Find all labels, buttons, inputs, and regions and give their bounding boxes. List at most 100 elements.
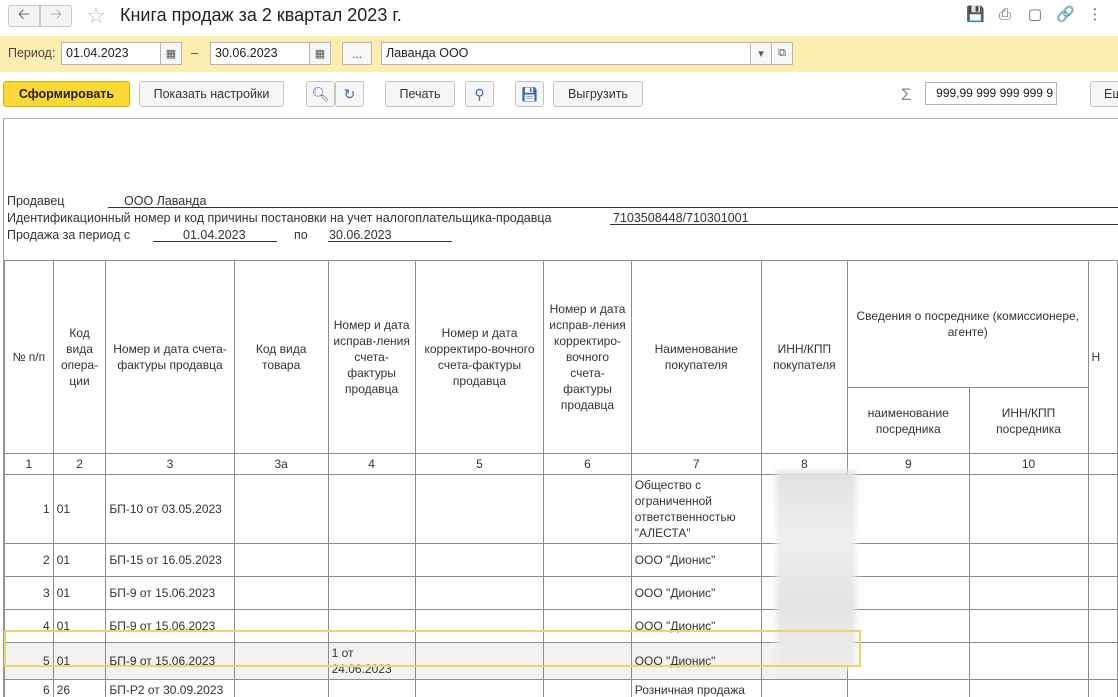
generate-button[interactable]: Сформировать — [3, 81, 130, 107]
buyer-name: ООО "Дионис" — [630, 609, 762, 643]
agent-inn-cell — [968, 642, 1089, 680]
search-refresh-icon: ↻ — [343, 85, 356, 102]
window-actions: 💾 ⎙ ▢ 🔗 ⋮ — [966, 6, 1104, 24]
col-number: 3а — [233, 453, 329, 475]
col-header-3: Номер и дата счета-фактуры продавца — [105, 260, 235, 454]
corrective-invoice-cell — [414, 474, 545, 544]
link-icon[interactable]: 🔗 — [1056, 6, 1075, 24]
save-icon[interactable]: 💾 — [966, 6, 985, 24]
back-button[interactable]: 🡠 — [8, 5, 40, 27]
col-header-1: № п/п — [4, 260, 54, 454]
invoice-number: БП-9 от 15.06.2023 — [105, 576, 235, 610]
period-dash: – — [191, 46, 198, 60]
period-to-value: 30.06.2023 — [329, 228, 392, 242]
col-number: 1 — [4, 453, 54, 475]
floppy-disk-icon: 💾︎ — [520, 85, 539, 102]
forward-button[interactable]: 🡢 — [40, 5, 72, 27]
col-number: 9 — [847, 453, 970, 475]
save-file-button[interactable]: 💾︎ — [515, 81, 544, 107]
search-replace-button[interactable]: ↻ — [335, 81, 364, 107]
show-settings-button[interactable]: Показать настройки — [139, 81, 284, 107]
product-code-cell — [233, 543, 329, 577]
agent-name-cell — [847, 576, 970, 610]
agent-inn-cell — [968, 576, 1089, 610]
calendar-from-button[interactable]: ▦ — [160, 42, 182, 65]
table-row[interactable]: 4 01 БП-9 от 15.06.2023 ООО "Дионис" — [4, 609, 1118, 643]
invoice-number: БП-10 от 03.05.2023 — [105, 474, 235, 544]
period-from-input[interactable]: 01.04.2023 — [61, 42, 161, 65]
organization-input[interactable]: Лаванда ООО — [381, 42, 751, 65]
favorite-star-icon[interactable]: ☆ — [86, 3, 106, 29]
col-header-9-group: Сведения о посреднике (комиссионере, аге… — [847, 260, 1089, 388]
operation-code: 01 — [52, 474, 107, 544]
calendar-to-button[interactable]: ▦ — [309, 42, 331, 65]
agent-name-cell — [847, 543, 970, 577]
correction-number: 1 от 24.06.2023 — [327, 642, 416, 680]
product-code-cell — [233, 609, 329, 643]
table-row-selected[interactable]: 5 01 БП-9 от 15.06.2023 1 от 24.06.2023 … — [4, 642, 1118, 680]
preview-icon[interactable]: ▢ — [1026, 6, 1044, 24]
invoice-number: БП-9 от 15.06.2023 — [105, 642, 235, 680]
product-code-cell — [233, 576, 329, 610]
product-code-cell — [233, 679, 329, 697]
sum-icon: Σ — [901, 85, 912, 104]
col-number: 2 — [52, 453, 107, 475]
export-button[interactable]: Выгрузить — [553, 81, 643, 107]
agent-name-cell — [847, 609, 970, 643]
table-row[interactable]: 2 01 БП-15 от 16.05.2023 ООО "Дионис" — [4, 543, 1118, 577]
more-button[interactable]: Ещ — [1090, 81, 1118, 107]
report-area[interactable]: Продавец ООО Лаванда Идентификационный н… — [3, 118, 1118, 697]
col-number — [1087, 453, 1118, 475]
corrective-invoice-cell — [414, 576, 545, 610]
correction-number — [327, 576, 416, 610]
corrective-invoice-cell — [414, 642, 545, 680]
zoom-icon: ⚲ — [474, 85, 485, 102]
period-to-input[interactable]: 30.06.2023 — [210, 42, 310, 65]
agent-name-cell — [847, 679, 970, 697]
extra-cell — [1087, 576, 1118, 610]
organization-open-button[interactable]: ⧉ — [771, 42, 793, 65]
extra-cell — [1087, 642, 1118, 680]
operation-code: 01 — [52, 642, 107, 680]
agent-inn-cell — [968, 609, 1089, 643]
sum-field: 9 999 999 999 999,99 — [925, 82, 1057, 105]
preview-button[interactable]: ⚲ — [465, 81, 494, 107]
corrective-invoice-cell — [414, 543, 545, 577]
row-number: 6 — [4, 679, 54, 697]
row-number: 2 — [4, 543, 54, 577]
print-button[interactable]: Печать — [385, 81, 455, 107]
search-button[interactable]: 🔍︎ — [306, 81, 335, 107]
col-number: 5 — [414, 453, 545, 475]
col-header-6: Номер и дата исправ-ления корректиро-воч… — [543, 260, 632, 454]
corrective-invoice-cell — [414, 609, 545, 643]
inn-value: 7103508448/710301001 — [613, 211, 749, 225]
period-label: Период: — [8, 46, 56, 60]
organization-dropdown-button[interactable]: ▾ — [750, 42, 772, 65]
print-icon[interactable]: ⎙ — [996, 6, 1014, 24]
inn-label: Идентификационный номер и код причины по… — [7, 211, 552, 225]
correction-number — [327, 679, 416, 697]
row-number: 5 — [4, 642, 54, 680]
col-header-8: ИНН/КПП покупателя — [760, 260, 849, 454]
table-row[interactable]: 3 01 БП-9 от 15.06.2023 ООО "Дионис" — [4, 576, 1118, 610]
calendar-icon: ▦ — [165, 48, 177, 60]
more-icon[interactable]: ⋮ — [1086, 6, 1104, 24]
col-number: 10 — [968, 453, 1089, 475]
corrective-fix-cell — [543, 679, 632, 697]
invoice-number: БП-9 от 15.06.2023 — [105, 609, 235, 643]
table-row[interactable]: 1 01 БП-10 от 03.05.2023 Общество с огра… — [4, 474, 1118, 544]
period-bar: Период: 01.04.2023 ▦ – 30.06.2023 ▦ ... … — [0, 36, 1118, 72]
col-number: 4 — [327, 453, 416, 475]
buyer-name: Общество с ограниченной ответственностью… — [630, 474, 762, 544]
operation-code: 01 — [52, 543, 107, 577]
period-to-label: по — [294, 228, 308, 242]
agent-inn-cell — [968, 543, 1089, 577]
sales-book-table: № п/п Код вида опера-ции Номер и дата сч… — [4, 260, 1118, 697]
period-select-button[interactable]: ... — [342, 42, 372, 65]
row-number: 3 — [4, 576, 54, 610]
arrow-right-icon: 🡢 — [49, 5, 63, 23]
row-number: 1 — [4, 474, 54, 544]
product-code-cell — [233, 642, 329, 680]
table-row[interactable]: 6 26 БП-Р2 от 30.09.2023 Розничная прода… — [4, 679, 1118, 697]
window-title: Книга продаж за 2 квартал 2023 г. — [120, 5, 402, 25]
